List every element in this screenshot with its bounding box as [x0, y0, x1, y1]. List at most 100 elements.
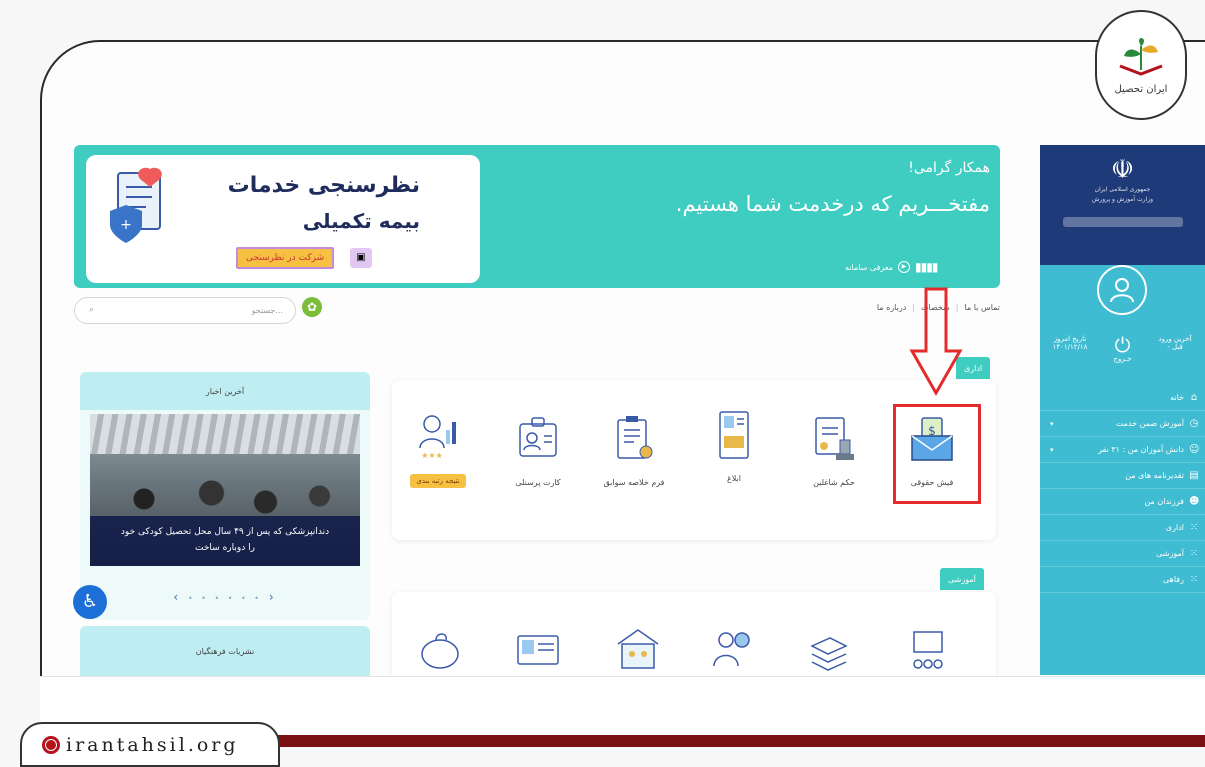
survey-button[interactable]: شرکت در نظرسنجی: [236, 247, 335, 269]
last-login-value: - قبل: [1167, 343, 1183, 351]
home-icon: ⌂: [1190, 392, 1198, 403]
insurance-document-icon: +: [110, 167, 162, 243]
survey-card[interactable]: + نظرسنجی خدمات بیمه تکمیلی شرکت در نظرس…: [86, 155, 480, 283]
search-input[interactable]: ⌕ جستجو...: [74, 297, 296, 324]
logout-button[interactable]: ⏻ خـروج: [1099, 335, 1147, 363]
sidebar-header: ☫ جمهوری اسلامی ایران وزارت آموزش و پرور…: [1040, 145, 1205, 265]
grid-icon: ⁙: [1189, 574, 1199, 585]
play-icon: ▶: [897, 261, 910, 273]
record-form-icon: [617, 416, 653, 459]
chevron-down-icon: ▾: [1050, 445, 1054, 454]
sidebar-item-label: خانه: [1170, 393, 1184, 402]
ministry-logo-icon[interactable]: ✿: [302, 297, 322, 317]
service-notice-label: ابلاغ: [727, 474, 741, 483]
sidebar-item-children[interactable]: فرزندان من ☻: [1040, 489, 1205, 515]
service-personnel-card[interactable]: کارت پرسنلی: [496, 414, 580, 487]
iran-emblem-icon: ☫: [1110, 155, 1135, 185]
decree-icon: [815, 417, 854, 460]
pager-prev-button[interactable]: ‹: [173, 590, 181, 604]
sidebar-item-home[interactable]: خانه ⌂: [1040, 385, 1205, 411]
right-sidebar: ☫ جمهوری اسلامی ایران وزارت آموزش و پرور…: [1040, 145, 1205, 675]
site-url-badge: irantahsil.org: [20, 722, 280, 767]
brand-logo: ایران تحصیل: [1095, 10, 1187, 120]
news-box: آخرین اخبار دندانپزشکی که پس از ۴۹ سال م…: [80, 372, 370, 620]
publications-header[interactable]: نشریات فرهنگیان: [80, 626, 370, 676]
avatar[interactable]: [1097, 265, 1147, 315]
last-login: آخرین ورود - قبل: [1151, 335, 1199, 363]
school-icon[interactable]: [614, 626, 662, 672]
notice-icon: [719, 411, 749, 459]
user-icon: [1110, 278, 1134, 303]
id-card-icon[interactable]: [516, 634, 560, 668]
soundwave-icon: ▮▮▮▮: [914, 260, 938, 274]
service-decree[interactable]: حکم شاغلین: [792, 414, 876, 487]
sidebar-item-certificates[interactable]: تقدیرنامه های من ▤: [1040, 463, 1205, 489]
chevron-down-icon: ▾: [1050, 419, 1054, 428]
username-blurred: [1062, 217, 1183, 227]
link-contact[interactable]: تماس با ما: [964, 303, 1000, 312]
banner-greeting: همکار گرامی!: [908, 160, 990, 176]
decorative-stripe: [250, 735, 1205, 747]
svg-text:+: +: [120, 217, 132, 233]
sidebar-item-educational[interactable]: آموزشی ⁙: [1040, 541, 1205, 567]
clock-icon: ◷: [1189, 418, 1199, 429]
payslip-highlight-box: [893, 404, 981, 504]
banner-welcome-text: مفتخـــریم که درخدمت شما هستیم.: [675, 192, 990, 216]
today-label: تاریخ امروز: [1053, 335, 1087, 343]
today-date: تاریخ امروز ۱۴۰۱/۱۲/۱۸: [1046, 335, 1094, 363]
sidebar-item-label: آموزشی: [1156, 549, 1184, 558]
certificate-icon: ▤: [1189, 470, 1199, 481]
news-caption-line1: دندانپزشکی که پس از ۴۹ سال محل تحصیل کود…: [120, 527, 330, 537]
news-photo-canopy: [90, 414, 360, 454]
globe-icon: [42, 735, 60, 754]
educational-services-panel: [392, 592, 996, 676]
children-icon: ☻: [1189, 496, 1200, 507]
grid-icon: ⁙: [1189, 522, 1199, 533]
brand-name: ایران تحصیل: [1114, 83, 1168, 95]
service-notice[interactable]: ابلاغ: [692, 410, 776, 483]
service-ranking-label: نتیجه رتبه بندی: [410, 474, 466, 488]
sidebar-stats: تاریخ امروز ۱۴۰۱/۱۲/۱۸ ⏻ خـروج آخرین ورو…: [1040, 335, 1205, 363]
book-growth-icon: [1119, 37, 1163, 76]
org-line1: جمهوری اسلامی ایران: [1094, 186, 1151, 193]
teacher-board-icon[interactable]: [910, 630, 950, 674]
piggy-bank-icon[interactable]: [416, 628, 464, 672]
tab-educational[interactable]: آموزشی: [940, 568, 984, 590]
service-record-form-label: فرم خلاصه سوابق: [603, 478, 665, 487]
news-image[interactable]: دندانپزشکی که پس از ۴۹ سال محل تحصیل کود…: [90, 414, 360, 566]
service-ranking[interactable]: ★★★ نتیجه رتبه بندی: [396, 410, 480, 488]
service-personnel-card-label: کارت پرسنلی: [515, 478, 561, 487]
link-about[interactable]: درباره ما: [877, 303, 906, 312]
page-bottom: [40, 676, 1205, 728]
accessibility-icon[interactable]: ♿: [73, 585, 107, 619]
site-url: irantahsil.org: [66, 733, 239, 756]
sidebar-item-inservice-training[interactable]: ▾ آموزش ضمن خدمت ◷: [1040, 411, 1205, 437]
sidebar-item-label: تقدیرنامه های من: [1125, 471, 1184, 480]
logout-label: خـروج: [1113, 355, 1132, 363]
intro-link-label: معرفی سامانه: [845, 262, 893, 272]
last-login-label: آخرین ورود: [1158, 335, 1192, 343]
books-icon[interactable]: [808, 630, 850, 674]
sidebar-item-admin[interactable]: اداری ⁙: [1040, 515, 1205, 541]
pager-next-button[interactable]: ›: [269, 590, 277, 604]
news-caption: دندانپزشکی که پس از ۴۹ سال محل تحصیل کود…: [90, 516, 360, 566]
pager-dots[interactable]: • • • • • •: [188, 594, 262, 603]
sidebar-item-label: فرزندان من: [1144, 497, 1184, 506]
survey-chat-icon: ▣: [350, 248, 372, 268]
sidebar-item-label: دانش آموزان من : ۳۱ نفر: [1098, 445, 1184, 454]
survey-title-line2: بیمه تکمیلی: [302, 209, 420, 233]
news-caption-line2: را دوباره ساخت: [195, 543, 255, 553]
org-line2: وزارت آموزش و پرورش: [1092, 196, 1153, 203]
service-record-form[interactable]: فرم خلاصه سوابق: [592, 414, 676, 487]
sidebar-item-label: آموزش ضمن خدمت: [1115, 419, 1184, 428]
today-value: ۱۴۰۱/۱۲/۱۸: [1052, 343, 1088, 351]
news-header: آخرین اخبار: [80, 372, 370, 410]
power-icon: ⏻: [1114, 333, 1131, 357]
sidebar-item-label: اداری: [1165, 523, 1184, 532]
news-pager: ‹ • • • • • • ›: [80, 590, 370, 604]
sidebar-item-welfare[interactable]: رفاهی ⁙: [1040, 567, 1205, 593]
screenshot-stage: همکار گرامی! مفتخـــریم که درخدمت شما هس…: [0, 0, 1205, 767]
people-search-icon[interactable]: [712, 628, 756, 672]
sidebar-item-my-students[interactable]: ▾ دانش آموزان من : ۳۱ نفر ☺: [1040, 437, 1205, 463]
intro-link[interactable]: معرفی سامانه ▶ ▮▮▮▮: [845, 260, 938, 274]
